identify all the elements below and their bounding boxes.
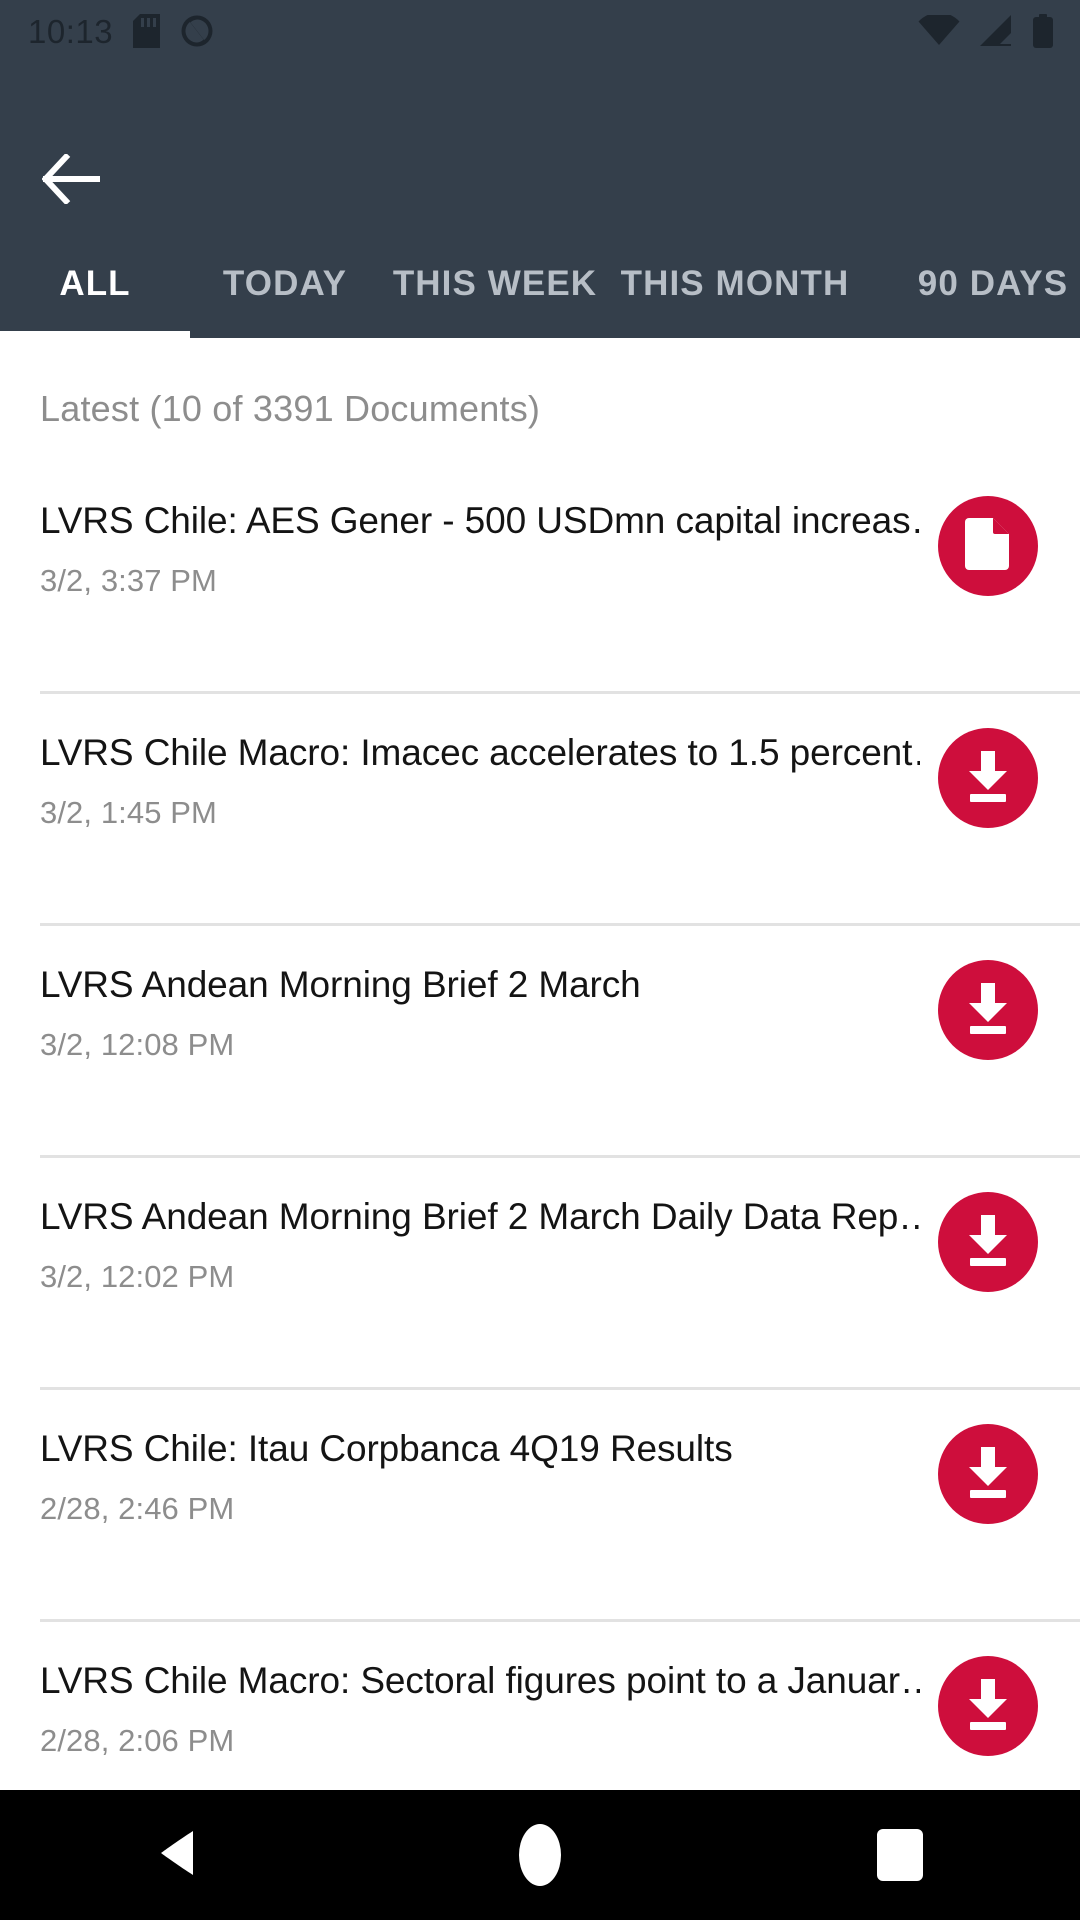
document-icon (964, 516, 1012, 577)
download-document-button[interactable] (938, 1656, 1038, 1756)
document-text: LVRS Chile Macro: Sectoral figures point… (0, 1622, 1080, 1759)
document-title: LVRS Chile Macro: Sectoral figures point… (40, 1660, 920, 1701)
document-list-item[interactable]: LVRS Andean Morning Brief 2 March 3/2, 12… (0, 926, 1080, 1158)
document-text: LVRS Chile: Itau Corpbanca 4Q19 Results 2… (0, 1390, 1080, 1527)
document-date: 2/28, 2:06 PM (40, 1722, 235, 1758)
document-list: LVRS Chile: AES Gener - 500 USDmn capita… (0, 462, 1080, 1790)
tab-active-indicator (0, 331, 190, 338)
download-document-button[interactable] (938, 1192, 1038, 1292)
document-list-item[interactable]: LVRS Chile: Itau Corpbanca 4Q19 Results 2… (0, 1390, 1080, 1622)
tab-90-days[interactable]: 90 DAYS (860, 230, 1080, 338)
document-date: 3/2, 3:37 PM (40, 562, 217, 598)
tab-all[interactable]: ALL (0, 230, 190, 338)
document-title: LVRS Andean Morning Brief 2 March Daily … (40, 1196, 920, 1237)
download-document-button[interactable] (938, 728, 1038, 828)
tab-bar: ALL TODAY THIS WEEK THIS MONTH 90 DAYS (0, 230, 1080, 338)
tab-this-week[interactable]: THIS WEEK (380, 230, 610, 338)
tab-this-month[interactable]: THIS MONTH (610, 230, 860, 338)
android-nav-bar (0, 1790, 1080, 1920)
document-list-item[interactable]: LVRS Chile: AES Gener - 500 USDmn capita… (0, 462, 1080, 694)
download-document-button[interactable] (938, 960, 1038, 1060)
document-title: LVRS Andean Morning Brief 2 March (40, 964, 641, 1005)
document-date: 3/2, 1:45 PM (40, 794, 217, 830)
download-icon (962, 1677, 1014, 1736)
app-toolbar (0, 62, 1080, 230)
document-text: LVRS Chile Macro: Imacec accelerates to … (0, 694, 1080, 831)
download-icon (962, 981, 1014, 1040)
document-list-container: Latest (10 of 3391 Documents) LVRS Chile… (0, 338, 1080, 1790)
arrow-back-icon (41, 152, 101, 209)
document-list-item[interactable]: LVRS Chile Macro: Imacec accelerates to … (0, 694, 1080, 926)
back-button[interactable] (34, 144, 108, 218)
status-bar-clock: 10:13 (28, 12, 114, 50)
download-icon (962, 1213, 1014, 1272)
document-list-item[interactable]: LVRS Chile Macro: Sectoral figures point… (0, 1622, 1080, 1790)
download-icon (962, 1445, 1014, 1504)
status-bar: 10:13 (0, 0, 1080, 62)
nav-home-button[interactable] (475, 1790, 605, 1920)
status-bar-right (918, 14, 1054, 48)
wifi-icon (918, 15, 960, 47)
do-not-disturb-icon (180, 14, 214, 48)
document-title: LVRS Chile Macro: Imacec accelerates to … (40, 732, 920, 773)
app-screen: 10:13 ALL TODAY THIS WEEK THIS MONTH 90 … (0, 0, 1080, 1920)
status-bar-left: 10:13 (28, 14, 214, 48)
download-document-button[interactable] (938, 1424, 1038, 1524)
tab-today[interactable]: TODAY (190, 230, 380, 338)
open-document-button[interactable] (938, 496, 1038, 596)
back-triangle-icon (159, 1830, 201, 1881)
recents-square-icon (877, 1829, 923, 1881)
section-header: Latest (10 of 3391 Documents) (40, 388, 541, 429)
cellular-signal-icon (978, 15, 1014, 47)
sd-card-icon (133, 14, 161, 48)
document-date: 3/2, 12:08 PM (40, 1026, 235, 1062)
document-list-item[interactable]: LVRS Andean Morning Brief 2 March Daily … (0, 1158, 1080, 1390)
home-circle-icon (519, 1824, 561, 1886)
nav-recents-button[interactable] (835, 1790, 965, 1920)
document-date: 3/2, 12:02 PM (40, 1258, 235, 1294)
tab-strip[interactable]: ALL TODAY THIS WEEK THIS MONTH 90 DAYS (0, 230, 1080, 338)
nav-back-button[interactable] (115, 1790, 245, 1920)
battery-icon (1032, 14, 1054, 48)
document-text: LVRS Andean Morning Brief 2 March 3/2, 12… (0, 926, 1080, 1063)
document-title: LVRS Chile: AES Gener - 500 USDmn capita… (40, 500, 920, 541)
document-title: LVRS Chile: Itau Corpbanca 4Q19 Results (40, 1428, 733, 1469)
download-icon (962, 749, 1014, 808)
document-text: LVRS Andean Morning Brief 2 March Daily … (0, 1158, 1080, 1295)
document-text: LVRS Chile: AES Gener - 500 USDmn capita… (0, 462, 1080, 599)
document-date: 2/28, 2:46 PM (40, 1490, 235, 1526)
